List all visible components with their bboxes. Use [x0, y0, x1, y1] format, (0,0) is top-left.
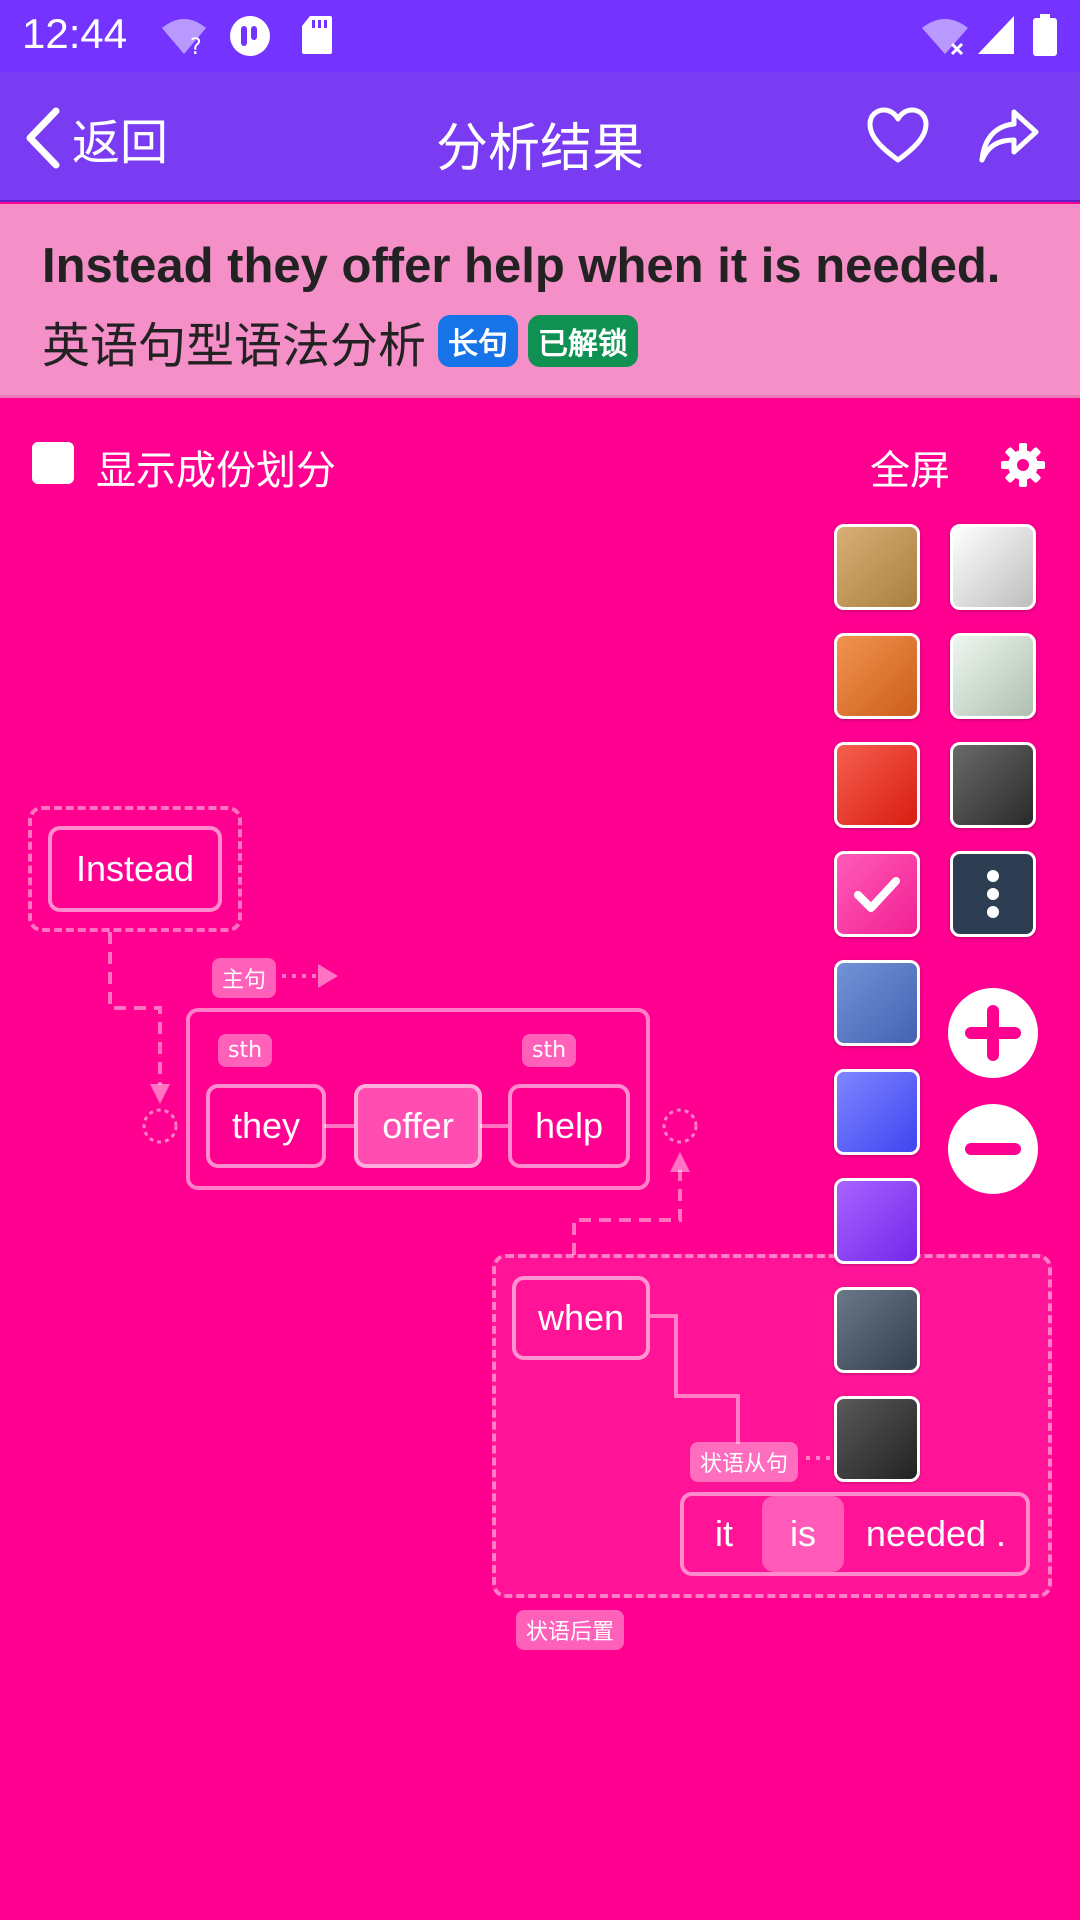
plus-icon — [965, 1005, 1021, 1061]
status-bar: 12:44 ? — [0, 0, 1080, 72]
color-swatch-dark-gray[interactable] — [950, 742, 1036, 828]
heart-icon[interactable] — [866, 106, 930, 166]
wifi-off-icon — [922, 19, 968, 56]
word-they[interactable]: they — [206, 1084, 326, 1168]
more-vertical-icon — [987, 870, 999, 918]
word-it[interactable]: it — [684, 1496, 764, 1572]
tag-adverbial-postposed: 状语后置 — [516, 1610, 625, 1650]
word-is[interactable]: is — [762, 1496, 844, 1572]
word-needed[interactable]: needed . — [846, 1496, 1026, 1572]
checkmark-icon — [854, 877, 900, 912]
word-help[interactable]: help — [508, 1084, 630, 1168]
color-swatch-slate[interactable] — [834, 1287, 920, 1373]
diagram-toolbar: 显示成份划分 全屏 — [0, 432, 1080, 496]
color-swatch-red[interactable] — [834, 742, 920, 828]
color-swatch-purple[interactable] — [834, 1178, 920, 1264]
word-when[interactable]: when — [512, 1276, 650, 1360]
tag-adverbial-clause: 状语从句 — [690, 1442, 799, 1482]
app-bar: 返回 分析结果 — [0, 72, 1080, 202]
word-instead[interactable]: Instead — [48, 826, 222, 912]
sd-card-icon — [302, 16, 332, 54]
tag-main-clause: 主句 — [212, 958, 277, 998]
wifi-question-icon: ? — [162, 19, 206, 58]
color-swatch-charcoal[interactable] — [834, 1396, 920, 1482]
show-components-checkbox[interactable] — [32, 442, 74, 484]
color-swatch-white[interactable] — [950, 524, 1036, 610]
more-colors-button[interactable] — [950, 851, 1036, 937]
tag-sth-1: sth — [218, 1034, 273, 1067]
color-swatch-orange[interactable] — [834, 633, 920, 719]
cell-signal-icon — [978, 16, 1014, 54]
battery-icon — [1033, 14, 1057, 56]
color-swatch-pink-selected[interactable] — [834, 851, 920, 937]
gear-icon[interactable] — [1000, 442, 1046, 488]
share-icon[interactable] — [978, 108, 1040, 164]
svg-text:?: ? — [190, 35, 202, 58]
tag-sth-2: sth — [522, 1034, 577, 1067]
minus-icon — [965, 1143, 1021, 1155]
zoom-out-button[interactable] — [948, 1104, 1038, 1194]
status-time: 12:44 — [22, 10, 128, 57]
color-swatch-blue[interactable] — [834, 1069, 920, 1155]
color-swatch-steel-blue[interactable] — [834, 960, 920, 1046]
fullscreen-button[interactable]: 全屏 — [870, 438, 950, 496]
sentence-banner: Instead they offer help when it is neede… — [0, 204, 1080, 398]
cat-icon — [230, 16, 270, 56]
show-components-label[interactable]: 显示成份划分 — [96, 438, 336, 496]
banner-subtitle: 英语句型语法分析 — [42, 318, 427, 374]
color-swatch-mint[interactable] — [950, 633, 1036, 719]
long-sentence-badge: 长句 — [438, 315, 519, 367]
banner-subtitle-row: 英语句型语法分析 长句 已解锁 — [42, 306, 639, 376]
unlocked-badge: 已解锁 — [528, 315, 639, 367]
sentence-text: Instead they offer help when it is neede… — [42, 239, 1001, 293]
word-offer[interactable]: offer — [354, 1084, 482, 1168]
color-swatch-tan[interactable] — [834, 524, 920, 610]
zoom-in-button[interactable] — [948, 988, 1038, 1078]
